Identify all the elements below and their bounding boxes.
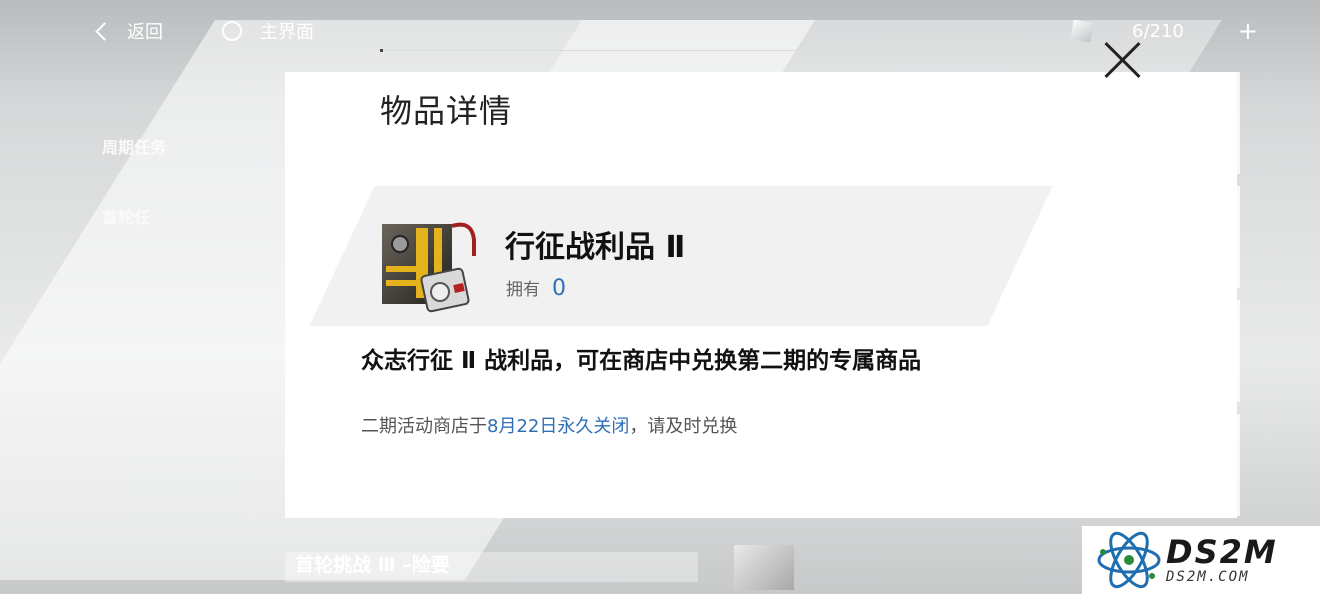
back-label: 返回 <box>127 22 163 43</box>
watermark-brand: DS2M <box>1166 533 1278 571</box>
storage-cube-icon <box>1070 19 1094 43</box>
plus-icon[interactable]: + <box>1238 19 1258 43</box>
owned-label: 拥有 <box>506 280 540 300</box>
chevron-left-icon <box>95 21 114 41</box>
reward-thumbnail <box>734 545 794 590</box>
notice-prefix: 二期活动商店于 <box>361 416 487 437</box>
loot-box-icon <box>382 222 476 313</box>
notice-date: 8月22日永久关闭 <box>487 416 630 437</box>
owned-value: 0 <box>552 276 566 301</box>
home-label: 主界面 <box>260 22 314 43</box>
item-description: 众志行征 Ⅱ 战利品，可在商店中兑换第二期的专属商品 <box>361 348 922 374</box>
modal-divider <box>380 50 796 51</box>
tab-weekly-tasks[interactable]: 周期任务 <box>102 134 166 158</box>
back-button[interactable]: 返回 <box>92 14 163 48</box>
tab-first-round[interactable]: 首轮任 <box>102 204 150 228</box>
challenge-title[interactable]: 首轮挑战 Ⅲ –险要 <box>285 552 698 582</box>
modal-title: 物品详情 <box>380 92 513 130</box>
close-icon[interactable] <box>1102 40 1142 80</box>
watermark-domain: DS2M.COM <box>1166 569 1250 585</box>
modal-divider-dot <box>380 49 383 52</box>
storage-capacity: 6/210 + <box>1070 14 1258 48</box>
home-ring-icon <box>222 21 242 41</box>
home-button[interactable]: 主界面 <box>222 14 314 48</box>
site-watermark: DS2M DS2M.COM <box>1082 526 1320 594</box>
capacity-value: 6/210 <box>1132 20 1184 42</box>
owned-count: 拥有 0 <box>506 275 566 301</box>
shop-close-notice: 二期活动商店于8月22日永久关闭，请及时兑换 <box>361 412 737 438</box>
item-name: 行征战利品 Ⅱ <box>505 230 686 265</box>
atom-logo-icon <box>1097 531 1161 589</box>
notice-suffix: ，请及时兑换 <box>629 416 738 437</box>
